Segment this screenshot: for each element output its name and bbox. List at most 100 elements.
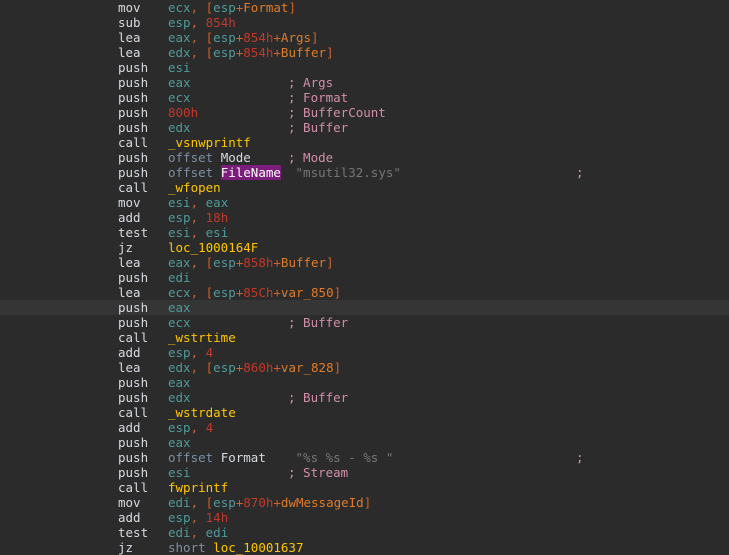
operand-token: edx bbox=[168, 120, 191, 135]
operand-token: 14h bbox=[205, 510, 229, 525]
code-line[interactable]: push edi bbox=[0, 270, 729, 285]
instruction-operands: edi bbox=[168, 270, 191, 285]
operand-token: offset bbox=[168, 450, 214, 465]
instruction-operands: edx, [esp+854h+Buffer] bbox=[168, 45, 334, 60]
instruction-operands: edx, [esp+860h+var_828] bbox=[168, 360, 341, 375]
operand-token: edi bbox=[168, 495, 191, 510]
code-line[interactable]: push edx ; Buffer bbox=[0, 390, 729, 405]
code-line[interactable]: lea edx, [esp+854h+Buffer] bbox=[0, 45, 729, 60]
operand-token: esp bbox=[168, 420, 191, 435]
operand-token: 854h bbox=[243, 45, 274, 60]
instruction-mnemonic: push bbox=[118, 465, 149, 480]
code-line[interactable]: call _wfopen bbox=[0, 180, 729, 195]
call-target[interactable]: fwprintf bbox=[168, 480, 228, 495]
operand-token: 4 bbox=[205, 420, 214, 435]
code-line[interactable]: push offset Mode ; Mode bbox=[0, 150, 729, 165]
operand-token: esp bbox=[213, 0, 236, 15]
code-line[interactable]: lea eax, [esp+854h+Args] bbox=[0, 30, 729, 45]
code-line[interactable]: mov ecx, [esp+Format] bbox=[0, 0, 729, 15]
operand-token: offset bbox=[168, 165, 214, 180]
operand-token: esp bbox=[213, 30, 236, 45]
instruction-operands: ecx bbox=[168, 90, 191, 105]
operand-token: edx bbox=[168, 390, 191, 405]
operand-punct: ] bbox=[333, 285, 342, 300]
operand-punct: ] bbox=[333, 360, 342, 375]
code-line[interactable]: test edi, edi bbox=[0, 525, 729, 540]
code-line[interactable]: push ecx ; Buffer bbox=[0, 315, 729, 330]
code-line[interactable]: add esp, 4 bbox=[0, 345, 729, 360]
operand-punct: + bbox=[273, 360, 281, 375]
operand-punct: , bbox=[190, 255, 199, 270]
operand-punct: , bbox=[190, 225, 199, 240]
code-line[interactable]: push edx ; Buffer bbox=[0, 120, 729, 135]
call-target[interactable]: _wstrdate bbox=[168, 405, 236, 420]
code-line[interactable]: call _vsnwprintf bbox=[0, 135, 729, 150]
comment-semicolon: ; bbox=[576, 450, 584, 465]
code-line[interactable]: push eax bbox=[0, 435, 729, 450]
instruction-mnemonic: push bbox=[118, 300, 149, 315]
code-line-current[interactable]: push eax bbox=[0, 300, 729, 315]
call-target[interactable]: _wstrtime bbox=[168, 330, 236, 345]
instruction-string-comment: ; "msutil32.sys" bbox=[288, 165, 584, 180]
instruction-comment: ; Buffer bbox=[288, 390, 349, 405]
instruction-operands: esp, 4 bbox=[168, 420, 213, 435]
operand-token: ecx bbox=[168, 90, 191, 105]
instruction-comment: ; Buffer bbox=[288, 120, 349, 135]
code-line[interactable]: test esi, esi bbox=[0, 225, 729, 240]
code-line[interactable]: call fwprintf bbox=[0, 480, 729, 495]
operand-token: esp bbox=[168, 210, 191, 225]
code-line[interactable]: push 800h ; BufferCount bbox=[0, 105, 729, 120]
code-line[interactable]: push offset FileName; "msutil32.sys" bbox=[0, 165, 729, 180]
operand-punct: , bbox=[190, 510, 199, 525]
code-line[interactable]: mov esi, eax bbox=[0, 195, 729, 210]
operand-punct: , bbox=[190, 210, 199, 225]
code-line[interactable]: sub esp, 854h bbox=[0, 15, 729, 30]
instruction-operands: _wstrdate bbox=[168, 405, 236, 420]
instruction-mnemonic: add bbox=[118, 345, 141, 360]
instruction-operands: ecx, [esp+85Ch+var_850] bbox=[168, 285, 341, 300]
code-line[interactable]: lea eax, [esp+858h+Buffer] bbox=[0, 255, 729, 270]
instruction-mnemonic: push bbox=[118, 90, 149, 105]
code-line[interactable]: jz loc_1000164F bbox=[0, 240, 729, 255]
instruction-mnemonic: call bbox=[118, 405, 149, 420]
instruction-operands: ecx bbox=[168, 315, 191, 330]
instruction-comment: ; Stream bbox=[288, 465, 349, 480]
code-line[interactable]: add esp, 4 bbox=[0, 420, 729, 435]
code-line[interactable]: lea edx, [esp+860h+var_828] bbox=[0, 360, 729, 375]
code-line[interactable]: mov edi, [esp+870h+dwMessageId] bbox=[0, 495, 729, 510]
operand-token: 860h bbox=[243, 360, 274, 375]
operand-token: loc_1000164F bbox=[168, 240, 259, 255]
operand-punct: , bbox=[190, 30, 199, 45]
code-line[interactable]: push esi ; Stream bbox=[0, 465, 729, 480]
code-line[interactable]: push esi bbox=[0, 60, 729, 75]
operand-token: 800h bbox=[168, 105, 199, 120]
operand-token: eax bbox=[168, 375, 191, 390]
operand-token: 85Ch bbox=[243, 285, 274, 300]
instruction-comment: ; Format bbox=[288, 90, 349, 105]
operand-punct: + bbox=[273, 30, 281, 45]
code-line[interactable]: lea ecx, [esp+85Ch+var_850] bbox=[0, 285, 729, 300]
call-target[interactable]: _vsnwprintf bbox=[168, 135, 251, 150]
code-line[interactable]: push offset Format; "%s %s - %s " bbox=[0, 450, 729, 465]
code-line[interactable]: push eax bbox=[0, 375, 729, 390]
call-target[interactable]: _wfopen bbox=[168, 180, 221, 195]
code-line[interactable]: push ecx ; Format bbox=[0, 90, 729, 105]
operand-token: Format bbox=[243, 0, 289, 15]
operand-token: var_850 bbox=[280, 285, 334, 300]
instruction-operands: edi, edi bbox=[168, 525, 228, 540]
code-line[interactable]: call _wstrdate bbox=[0, 405, 729, 420]
code-line[interactable]: call _wstrtime bbox=[0, 330, 729, 345]
operand-token: 870h bbox=[243, 495, 274, 510]
operand-token: esp bbox=[168, 510, 191, 525]
operand-punct: ] bbox=[326, 255, 334, 270]
operand-token: eax bbox=[168, 300, 191, 315]
instruction-operands: 800h bbox=[168, 105, 198, 120]
instruction-operands: esp, 4 bbox=[168, 345, 213, 360]
instruction-mnemonic: push bbox=[118, 375, 149, 390]
operand-punct: , bbox=[190, 285, 199, 300]
disassembly-listing[interactable]: mov ecx, [esp+Format] sub esp, 854h lea eax, … bbox=[0, 0, 729, 555]
highlighted-symbol[interactable]: FileName bbox=[220, 165, 281, 180]
code-line[interactable]: push eax ; Args bbox=[0, 75, 729, 90]
code-line[interactable]: add esp, 14h bbox=[0, 510, 729, 525]
code-line[interactable]: add esp, 18h bbox=[0, 210, 729, 225]
